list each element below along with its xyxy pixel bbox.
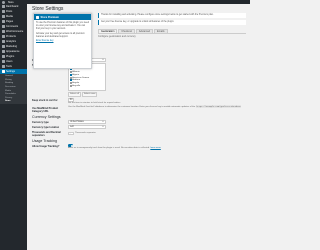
admin-sidebar: Dashboard Posts Media Pages Comments WooComme…	[0, 4, 27, 250]
currency-position-label: Currency type location	[32, 125, 60, 129]
megaphone-icon	[2, 45, 5, 48]
usage-description: Allow us to anonymously track how the pl…	[68, 147, 246, 150]
premium-modal: Store Premium To use the Premium feature…	[33, 13, 92, 69]
currency-position-value: Left	[70, 126, 74, 129]
tab-geolocation[interactable]: Geolocation	[98, 28, 118, 33]
settings-tabs: Geolocation Checkout Advanced Emails	[98, 28, 246, 34]
tab-advanced[interactable]: Advanced	[135, 28, 154, 33]
usage-description-text: Allow us to anonymously track how the pl…	[68, 146, 150, 149]
maxmind-row: Use MaxMind Product Category URL Use the…	[32, 105, 246, 113]
usage-heading: Usage Tracking	[32, 138, 57, 143]
user-icon	[2, 60, 5, 63]
checkbox-icon[interactable]	[69, 76, 72, 79]
sidebar-item-label: Analytics	[6, 40, 17, 43]
currency-type-label: Currency type	[32, 120, 49, 124]
settings-subtitle: Configure geolocation and currency	[98, 35, 136, 38]
stock-hold-label: Keep stock in cart for	[32, 98, 58, 102]
sidebar-item-label: WooCommerce	[6, 30, 24, 33]
enter-license-link[interactable]: Enter license key	[36, 40, 54, 42]
notice-info: Thanks for installing and activating. Pl…	[98, 13, 246, 18]
woo-icon	[2, 30, 5, 33]
chevron-down-icon: ▼	[102, 120, 104, 123]
separators-row: Thousands and Decimal separators . Thous…	[32, 130, 246, 137]
wrench-icon	[2, 65, 5, 68]
checkbox-icon[interactable]	[69, 70, 72, 73]
separator-description: Thousands separator	[75, 132, 96, 135]
sidebar-item-label: Products	[6, 35, 16, 38]
settings-submenu: General Writing Reading Discussion Media Perm…	[0, 74, 27, 104]
brush-icon	[2, 50, 5, 53]
modal-paragraph: To use the Premium features of this plug…	[36, 22, 89, 30]
usage-row: Allow Usage Tracking? Allow us to anonym…	[32, 144, 246, 150]
checkbox-icon[interactable]	[69, 73, 72, 76]
media-icon	[2, 15, 5, 18]
currency-type-value: United States	[70, 120, 84, 123]
select-all-button[interactable]: Select all	[68, 92, 81, 97]
comment-icon	[2, 25, 5, 28]
sidebar-item-label: Settings	[6, 70, 16, 73]
sidebar-item-label: Posts	[6, 10, 13, 13]
sidebar-item-label: Pages	[6, 20, 14, 23]
premium-badge-icon	[36, 15, 39, 19]
sidebar-item-label: Appearance	[6, 50, 20, 53]
checkbox-icon[interactable]	[69, 85, 72, 88]
sidebar-item-label: Plugins	[6, 55, 15, 58]
usage-learn-more-link[interactable]: learn more	[150, 147, 160, 149]
maxmind-description: Use the MaxMind GeoLite2 database to det…	[68, 105, 246, 109]
page-icon	[2, 20, 5, 23]
market-option-label: Anguilla	[72, 85, 81, 88]
market-option[interactable]: Anguilla	[69, 85, 105, 88]
checkbox-icon[interactable]	[69, 82, 72, 85]
currency-type-row: Currency type United States ▼	[32, 120, 246, 124]
submenu-item-store[interactable]: Store	[0, 100, 27, 104]
modal-title: Store Premium	[40, 15, 59, 19]
tab-checkout[interactable]: Checkout	[118, 28, 135, 33]
box-icon	[2, 35, 5, 38]
currency-heading: Currency Settings	[32, 114, 61, 119]
chevron-down-icon: ▼	[102, 58, 104, 61]
sidebar-item-label: Users	[6, 60, 13, 63]
pin-icon	[2, 10, 5, 13]
separator-input[interactable]: .	[68, 131, 74, 136]
usage-label: Allow Usage Tracking?	[32, 144, 60, 148]
market-option-label: Algeria	[72, 73, 80, 76]
dashboard-icon	[2, 5, 5, 8]
settings-icon	[2, 70, 5, 73]
usage-toggle[interactable]	[68, 144, 73, 147]
chevron-down-icon: ▼	[102, 126, 104, 129]
maxmind-label: Use MaxMind Product Category URL	[32, 106, 59, 113]
modal-paragraph: Activate your key and get access to all …	[36, 32, 85, 38]
sidebar-item-label: Dashboard	[6, 5, 19, 8]
modal-body: To use the Premium features of this plug…	[34, 20, 91, 45]
notice-text: Thanks for installing and activating. Pl…	[101, 14, 214, 16]
checkbox-icon[interactable]	[69, 79, 72, 82]
currency-position-row: Currency type location Left ▼	[32, 125, 246, 129]
select-none-button[interactable]: Select none	[81, 92, 98, 97]
sidebar-item-label: Comments	[6, 25, 19, 28]
currency-type-select[interactable]: United States ▼	[68, 120, 106, 124]
maxmind-url: https://example.com/geolite2-database	[195, 105, 242, 109]
page-title: Store Settings	[32, 6, 64, 12]
sidebar-item-label: Media	[6, 15, 13, 18]
stock-hold-row: Keep stock in cart for 60 Set the time i…	[32, 98, 246, 105]
sidebar-item-label: Tools	[6, 65, 12, 68]
maxmind-description-text: Use the MaxMind GeoLite2 database to det…	[68, 106, 196, 109]
sidebar-item-label: Marketing	[6, 45, 17, 48]
separators-label: Thousands and Decimal separators	[32, 130, 61, 137]
currency-position-select[interactable]: Left ▼	[68, 125, 106, 129]
chart-icon	[2, 40, 5, 43]
tab-emails[interactable]: Emails	[154, 28, 168, 33]
market-option-label: Albania	[72, 70, 80, 73]
notice-license: Get your free license key, or upgrade to…	[98, 19, 246, 25]
plug-icon	[2, 55, 5, 58]
notice-text: Get your free license key, or upgrade to…	[101, 20, 175, 23]
